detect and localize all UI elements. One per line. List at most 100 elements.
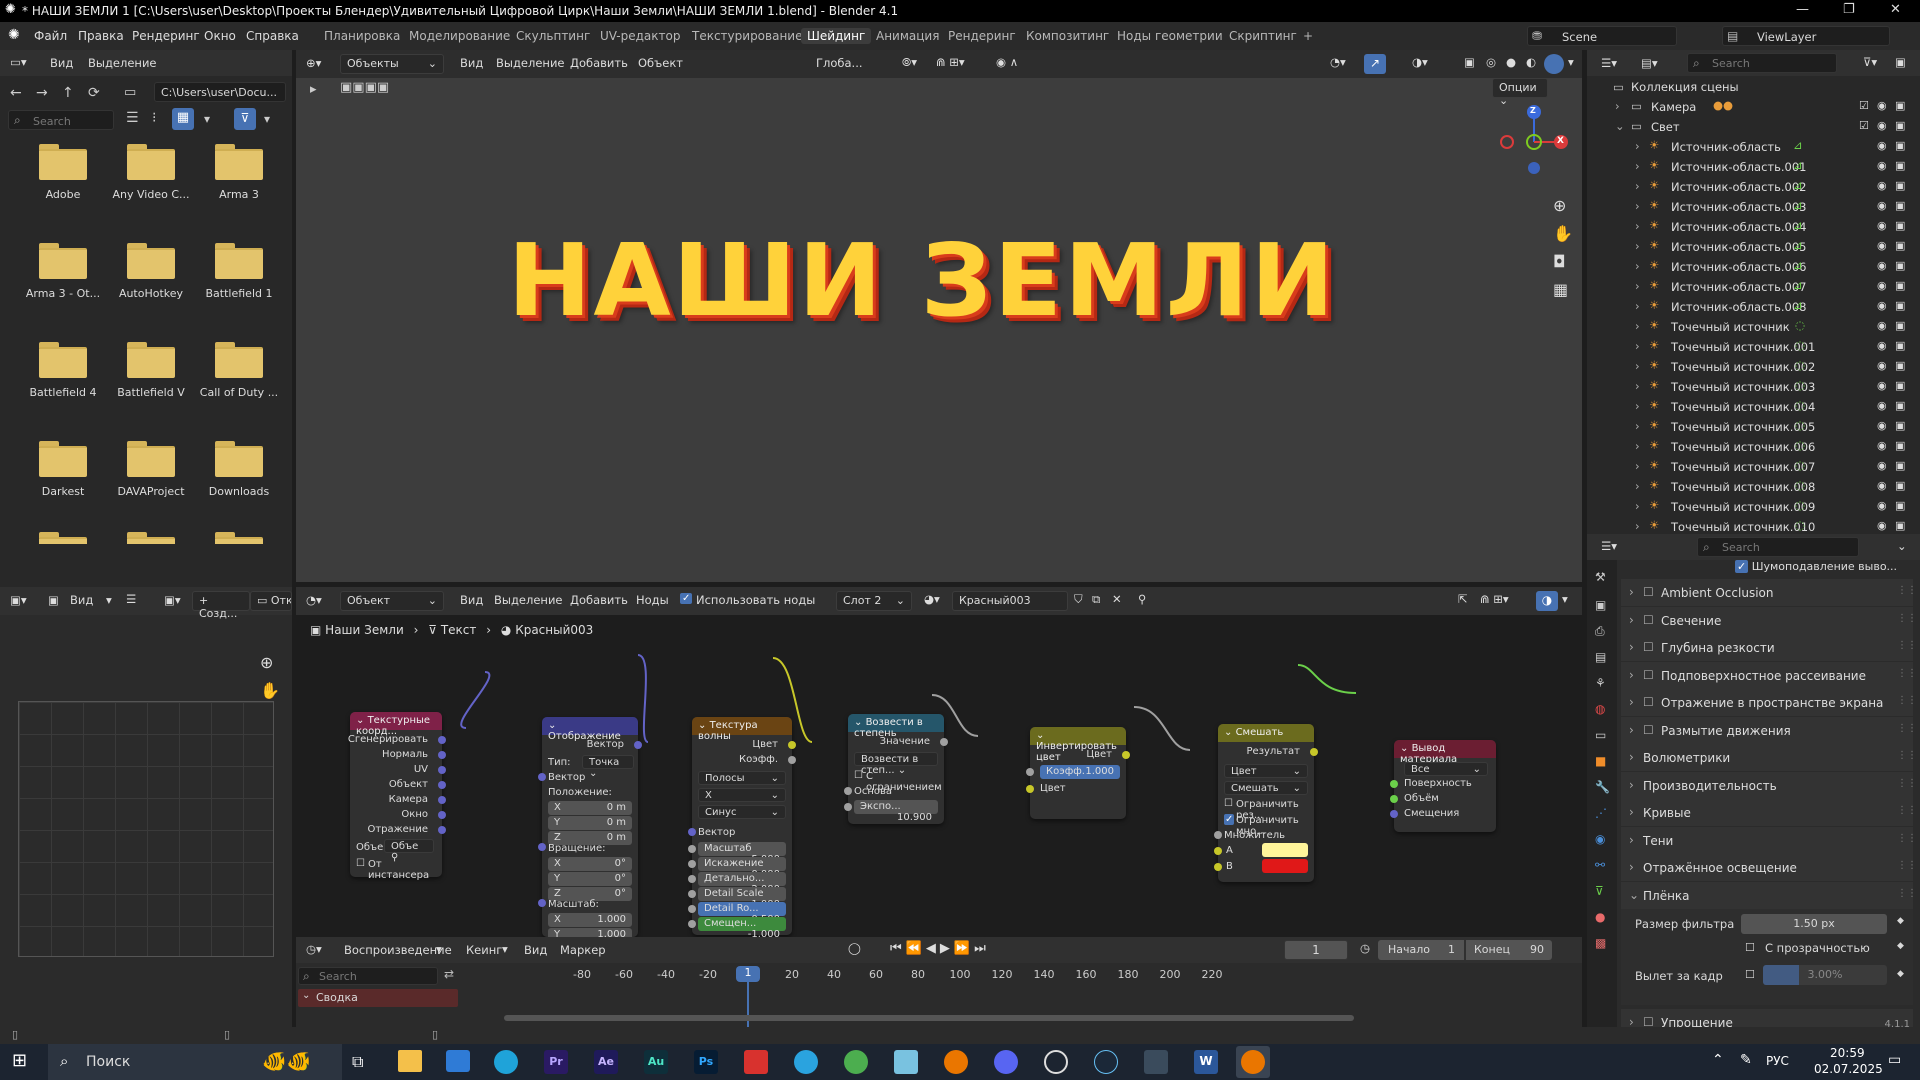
camera-render-icon[interactable]: ▣ — [1895, 219, 1905, 232]
exponent-field[interactable]: Экспо... 10.900 — [854, 800, 938, 823]
wave-field[interactable]: Искажение0.000 — [698, 857, 786, 880]
shading-dropdown-icon[interactable]: ▾ — [1568, 55, 1574, 69]
node-overlay-icon[interactable]: ◑ — [1536, 591, 1558, 611]
premiere-icon[interactable]: Pr — [544, 1050, 568, 1074]
expand-arrow-icon[interactable]: › — [1635, 499, 1640, 513]
tree-row-light-object[interactable]: › ☀ Источник-область ⊿ ◉ ▣ — [1587, 137, 1920, 157]
eye-icon[interactable]: ◉ — [1877, 379, 1887, 392]
orientation-dropdown[interactable]: Глоба... — [816, 56, 863, 70]
expand-arrow-icon[interactable]: › — [1635, 479, 1640, 493]
duplicate-material-icon[interactable]: ⧉ — [1092, 592, 1100, 607]
location-field[interactable]: Y 0 m — [548, 816, 632, 830]
windows-start-icon[interactable]: ⊞ — [12, 1050, 27, 1071]
navigation-gizmo[interactable]: Z X — [1486, 96, 1576, 186]
node-mapping[interactable]: ⌄ Отображение Вектор Тип: Точка ⌄ Вектор Поло… — [538, 717, 642, 957]
refresh-icon[interactable]: ⟳ — [88, 85, 100, 101]
timeline-search-input[interactable]: ⌕ Search — [298, 967, 438, 985]
tab-shading[interactable]: Шейдинг — [801, 28, 872, 44]
filter-icon[interactable]: ⊽ — [234, 108, 256, 130]
tree-row-light-object[interactable]: › ☀ Точечный источник.008 ◌ ◉ ▣ — [1587, 477, 1920, 497]
tree-row-light-object[interactable]: › ☀ Точечный источник.004 ◌ ◉ ▣ — [1587, 397, 1920, 417]
tree-row-light-object[interactable]: › ☀ Источник-область.002 ⊿ ◉ ▣ — [1587, 177, 1920, 197]
eye-icon[interactable]: ◉ — [1877, 279, 1887, 292]
filter-dropdown-icon[interactable]: ▾ — [264, 112, 270, 126]
maximize-button[interactable]: ❐ — [1843, 2, 1855, 17]
folder-item[interactable]: Arma 3 - Ot... — [18, 235, 108, 315]
expand-arrow-icon[interactable]: › — [1635, 239, 1640, 253]
node-socket[interactable] — [844, 803, 852, 811]
node-header[interactable]: ⌄ Смешать — [1218, 724, 1314, 742]
node-socket[interactable] — [1390, 795, 1398, 803]
node-socket[interactable] — [844, 787, 852, 795]
fb-menu-view[interactable]: Вид — [50, 56, 73, 70]
wave-field[interactable]: Масштаб5.000 — [698, 842, 786, 865]
folder-item[interactable]: AutoHotkey — [106, 235, 196, 315]
blender-menu-icon[interactable]: ✺ — [8, 27, 20, 43]
collapse-arrow-icon[interactable]: ⌄ — [356, 715, 368, 726]
checkbox-icon[interactable]: ☑ — [1859, 99, 1869, 112]
new-image-button[interactable]: + Созд... — [192, 591, 250, 620]
material-tab-icon[interactable]: ● — [1595, 910, 1605, 924]
node-socket[interactable] — [688, 875, 696, 883]
ortho-toggle-icon[interactable]: ▦ — [1553, 280, 1568, 299]
tool-tab-icon[interactable]: ⚒ — [1595, 570, 1606, 584]
drag-handle-icon[interactable]: ⋮⋮ — [1897, 833, 1917, 844]
view-layer-tab-icon[interactable]: ▤ — [1595, 650, 1606, 664]
shader-editor-type-icon[interactable]: ◔▾ — [306, 593, 322, 607]
word-icon[interactable]: W — [1194, 1050, 1218, 1074]
eye-icon[interactable]: ◉ — [1877, 199, 1887, 212]
editor-type-icon[interactable]: ▭▾ — [10, 55, 27, 69]
node-socket[interactable] — [438, 811, 446, 819]
node-socket[interactable] — [1026, 785, 1034, 793]
mix-type-dropdown[interactable]: Цвет ⌄ — [1224, 764, 1308, 778]
edge-icon[interactable] — [494, 1050, 518, 1074]
node-mix[interactable]: ⌄ Смешать Результат Цвет ⌄ Смешать ⌄ ☐ Ограничи… — [1214, 724, 1318, 882]
tree-row-light-object[interactable]: › ☀ Точечный источник.006 ◌ ◉ ▣ — [1587, 437, 1920, 457]
parent-node-tree-icon[interactable]: ⇱ — [1458, 592, 1468, 606]
outliner-filter-icon[interactable]: ⊽▾ — [1863, 55, 1877, 69]
color-b-swatch[interactable] — [1262, 859, 1308, 873]
taskbar-search[interactable]: ⌕ Поиск 🐠🐠 — [48, 1044, 342, 1080]
folder-item[interactable]: Adobe — [18, 136, 108, 216]
panel-checkbox-icon[interactable]: ☐ — [1643, 613, 1654, 627]
tab-modeling[interactable]: Моделирование — [403, 28, 516, 44]
panel-checkbox-icon[interactable]: ☐ — [1643, 585, 1654, 599]
node-math-power[interactable]: ⌄ Возвести в степень Значение Возвести в с… — [844, 714, 948, 824]
task-view-icon[interactable]: ⧉ — [352, 1052, 363, 1072]
blender-active-task[interactable] — [1236, 1046, 1270, 1078]
hamburger-icon[interactable]: ☰ — [126, 592, 136, 606]
playback-controls-icon[interactable]: ⏮⏪◀▶⏩⏭ — [890, 941, 990, 956]
editor-type-3d-icon[interactable]: ⊕▾ — [306, 56, 321, 70]
tray-chevron-icon[interactable]: ⌃ — [1712, 1052, 1724, 1068]
expand-arrow-icon[interactable]: › — [1635, 199, 1640, 213]
visibility-icon[interactable]: ◔▾ — [1330, 55, 1346, 69]
discord-icon[interactable] — [994, 1050, 1018, 1074]
panel-header[interactable]: › ☐ Размытие движения ⋮⋮ — [1621, 716, 1917, 744]
panel-header[interactable]: › Волюметрики ⋮⋮ — [1621, 744, 1917, 771]
timeline-editor-icon[interactable]: ◷▾ — [306, 942, 322, 956]
expand-arrow-icon[interactable]: › — [1635, 439, 1640, 453]
thumbnail-view-icon[interactable]: ▦ — [172, 108, 194, 130]
app-red-icon[interactable] — [744, 1050, 768, 1074]
drag-handle-icon[interactable]: ⋮⋮ — [1897, 750, 1917, 761]
summary-channel[interactable]: ⌄ Сводка — [298, 989, 458, 1007]
uv-mode-icon[interactable]: ▣ — [48, 593, 59, 607]
vp-menu-select[interactable]: Выделение — [496, 56, 565, 70]
ne-menu-select[interactable]: Выделение — [494, 593, 563, 607]
wave-field[interactable]: Смещен... -1.000 — [698, 917, 786, 940]
camera-render-icon[interactable]: ▣ — [1895, 99, 1905, 112]
tree-row-light-object[interactable]: › ☀ Точечный источник.007 ◌ ◉ ▣ — [1587, 457, 1920, 477]
expand-arrow-icon[interactable]: › — [1635, 279, 1640, 293]
output-target-dropdown[interactable]: Все ⌄ — [1404, 762, 1488, 776]
node-socket[interactable] — [1214, 831, 1222, 839]
node-socket[interactable] — [438, 826, 446, 834]
playhead[interactable]: 1 — [736, 966, 760, 982]
parent-dir-icon[interactable]: ↑ — [62, 85, 74, 101]
eye-icon[interactable]: ◉ — [1877, 299, 1887, 312]
camera-render-icon[interactable]: ▣ — [1895, 119, 1905, 132]
overscan-checkbox-icon[interactable]: ☐ — [1745, 968, 1755, 981]
camera-render-icon[interactable]: ▣ — [1895, 439, 1905, 452]
expand-arrow-icon[interactable]: › — [1635, 179, 1640, 193]
checkbox-icon[interactable]: ☐ — [356, 858, 365, 869]
file-explorer-icon[interactable] — [398, 1050, 422, 1072]
